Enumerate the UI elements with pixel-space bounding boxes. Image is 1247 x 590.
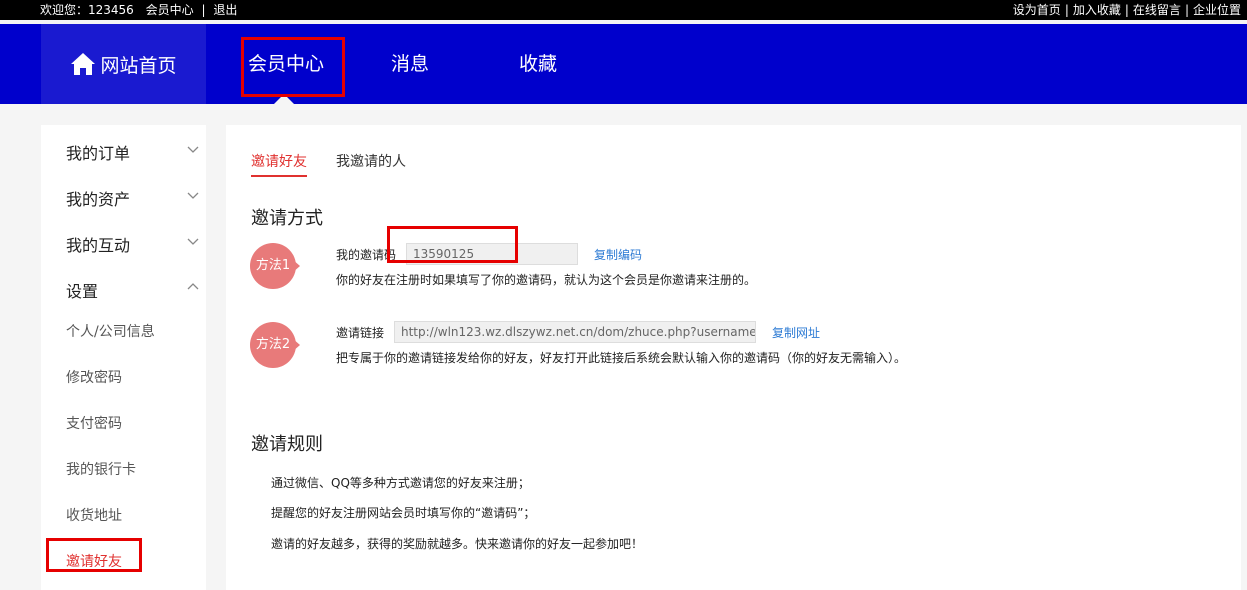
main-nav: 网站首页 会员中心 消息 收藏 [0, 24, 1247, 104]
sidebar-item-change-password[interactable]: 修改密码 [66, 367, 122, 387]
nav-home-label: 网站首页 [100, 54, 177, 77]
sidebar-group-assets[interactable]: 我的资产 [66, 186, 130, 210]
top-bar-right: 设为首页 | 加入收藏 | 在线留言 | 企业位置 [1013, 0, 1241, 20]
sidebar-group-orders[interactable]: 我的订单 [66, 140, 130, 164]
online-message-link[interactable]: 在线留言 [1133, 3, 1181, 17]
company-location-link[interactable]: 企业位置 [1193, 3, 1241, 17]
sidebar-item-bank-card[interactable]: 我的银行卡 [66, 459, 136, 479]
nav-messages[interactable]: 消息 [391, 24, 429, 104]
chevron-down-icon[interactable] [187, 235, 199, 247]
methods-title: 邀请方式 [251, 208, 323, 229]
top-separator: | [1064, 3, 1069, 17]
rule-item: 邀请的好友越多，获得的奖励就越多。快来邀请你的好友一起参加吧！ [271, 537, 644, 551]
set-homepage-link[interactable]: 设为首页 [1013, 3, 1061, 17]
chevron-down-icon[interactable] [187, 143, 199, 155]
home-icon [71, 53, 96, 75]
method2-badge-label: 方法2 [255, 337, 291, 352]
add-favorite-link[interactable]: 加入收藏 [1073, 3, 1121, 17]
method2-badge: 方法2 [250, 322, 300, 370]
main-content: 邀请好友 我邀请的人 邀请方式 方法1 我的邀请码 13590125 复制编码 … [226, 125, 1241, 590]
top-separator: | [201, 3, 206, 17]
top-separator: | [1184, 3, 1189, 17]
method1-description: 你的好友在注册时如果填写了你的邀请码，就认为这个会员是你邀请来注册的。 [336, 273, 757, 287]
top-bar-left: 欢迎您：123456 会员中心 | 退出 [40, 0, 237, 20]
method2-description: 把专属于你的邀请链接发给你的好友，好友打开此链接后系统会默认输入你的邀请码（你的… [336, 351, 907, 365]
top-member-center-link[interactable]: 会员中心 [146, 3, 194, 17]
top-bar: 欢迎您：123456 会员中心 | 退出 设为首页 | 加入收藏 | 在线留言 | 企业位置 [0, 0, 1247, 20]
sidebar-item-profile[interactable]: 个人/公司信息 [66, 321, 155, 341]
top-separator: | [1124, 3, 1129, 17]
sidebar-group-interaction[interactable]: 我的互动 [66, 232, 130, 256]
sidebar-group-settings[interactable]: 设置 [66, 278, 98, 302]
nav-home[interactable]: 网站首页 [41, 24, 206, 104]
nav-favorites[interactable]: 收藏 [519, 24, 557, 104]
logout-link[interactable]: 退出 [213, 3, 237, 17]
sidebar-item-invite-friends[interactable]: 邀请好友 [66, 551, 122, 571]
nav-active-caret [274, 94, 294, 104]
method1-badge-label: 方法1 [255, 258, 291, 273]
invite-link-field[interactable]: http://wln123.wz.dlszywz.net.cn/dom/zhuc… [394, 321, 756, 343]
copy-url-link[interactable]: 复制网址 [772, 324, 820, 341]
tab-invite-friends[interactable]: 邀请好友 [251, 151, 307, 171]
method1-badge: 方法1 [250, 243, 300, 291]
chevron-down-icon[interactable] [187, 189, 199, 201]
tab-my-invitees[interactable]: 我邀请的人 [336, 151, 406, 171]
rule-item: 通过微信、QQ等多种方式邀请您的好友来注册； [271, 476, 530, 490]
invite-code-field[interactable]: 13590125 [406, 243, 578, 265]
invite-code-label: 我的邀请码 [336, 248, 397, 262]
sidebar-item-pay-password[interactable]: 支付密码 [66, 413, 122, 433]
chevron-up-icon[interactable] [187, 281, 199, 293]
tab-active-underline [251, 175, 307, 177]
sidebar-item-address[interactable]: 收货地址 [66, 505, 122, 525]
nav-member-center[interactable]: 会员中心 [248, 24, 324, 104]
invite-link-label: 邀请链接 [336, 326, 385, 340]
welcome-text: 欢迎您：123456 [40, 3, 134, 17]
rule-item: 提醒您的好友注册网站会员时填写你的“邀请码”； [271, 506, 536, 520]
sidebar: 我的订单 我的资产 我的互动 设置 个人/公司信息 修改密码 支付密码 我的银行… [41, 125, 206, 590]
copy-code-link[interactable]: 复制编码 [594, 246, 642, 263]
rules-title: 邀请规则 [251, 434, 323, 455]
